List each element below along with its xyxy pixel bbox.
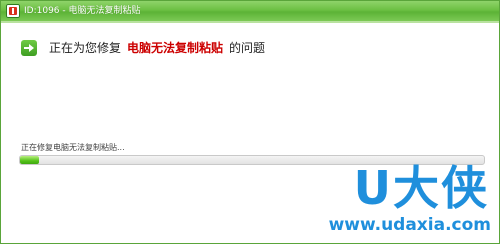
current-step: 正在为您修复 电脑无法复制粘贴 的问题 bbox=[21, 39, 265, 57]
progress-status-text: 正在修复电脑无法复制粘贴... bbox=[21, 143, 125, 152]
arrow-right-icon bbox=[21, 40, 37, 56]
progress-fill bbox=[20, 156, 39, 164]
watermark-logo-text: U大侠 bbox=[353, 161, 489, 215]
repair-dialog-window: ID:1096 - 电脑无法复制粘贴 正在为您修复 电脑无法复制粘贴 的问题 正… bbox=[0, 0, 500, 244]
udaxia-watermark: U大侠 www.udaxia.com bbox=[323, 161, 493, 239]
window-title: ID:1096 - 电脑无法复制粘贴 bbox=[24, 6, 141, 16]
step-suffix: 的问题 bbox=[229, 41, 266, 55]
problem-name: 电脑无法复制粘贴 bbox=[127, 41, 224, 55]
repair-app-icon bbox=[6, 4, 20, 18]
title-divider bbox=[1, 21, 499, 23]
step-prefix: 正在为您修复 bbox=[49, 41, 122, 55]
title-bar[interactable]: ID:1096 - 电脑无法复制粘贴 bbox=[1, 1, 499, 21]
watermark-url: www.udaxia.com bbox=[328, 215, 491, 235]
